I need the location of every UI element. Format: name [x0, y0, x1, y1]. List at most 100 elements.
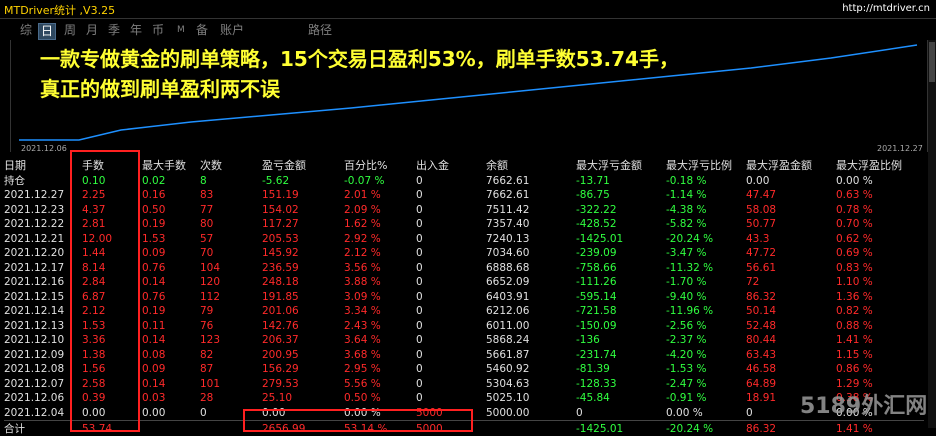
- cell-max-float-profit: 80.44: [746, 333, 836, 348]
- cell-balance: 7240.13: [486, 232, 576, 247]
- cell-percent: 1.62 %: [344, 217, 416, 232]
- cell-percent: 2.12 %: [344, 246, 416, 261]
- cell-max-float-profit-pct: 0.86 %: [836, 362, 924, 377]
- cell-date: 2021.12.06: [4, 391, 82, 406]
- tab-path[interactable]: 路径: [306, 23, 334, 38]
- cell-deposit: 0: [416, 362, 486, 377]
- table-row[interactable]: 2021.12.131.530.1176142.762.43 %06011.00…: [4, 319, 924, 334]
- header-trades[interactable]: 次数: [200, 157, 262, 173]
- tab-account[interactable]: 账户: [218, 23, 246, 38]
- tab-monthly[interactable]: 月: [84, 23, 100, 38]
- table-row[interactable]: 2021.12.142.120.1979201.063.34 %06212.06…: [4, 304, 924, 319]
- header-balance[interactable]: 余额: [486, 157, 576, 173]
- cell-max-float-loss-pct: -20.24 %: [666, 232, 746, 247]
- cell-date: 2021.12.04: [4, 406, 82, 421]
- header-percent[interactable]: 百分比%: [344, 157, 416, 173]
- cell-max-float-loss-pct: -11.32 %: [666, 261, 746, 276]
- total-cell-trades: [200, 421, 262, 436]
- cell-deposit: 0: [416, 348, 486, 363]
- cell-max-lots: 0.11: [142, 319, 200, 334]
- cell-deposit: 0: [416, 333, 486, 348]
- cell-lots: 12.00: [82, 232, 142, 247]
- cell-max-float-profit-pct: 0.70 %: [836, 217, 924, 232]
- table-row[interactable]: 2021.12.103.360.14123206.373.64 %05868.2…: [4, 333, 924, 348]
- cell-profit: 236.59: [262, 261, 344, 276]
- total-cell-max-float-loss-pct: -20.24 %: [666, 421, 746, 436]
- header-max-float-loss[interactable]: 最大浮亏金额: [576, 157, 666, 173]
- tab-notes[interactable]: 备: [194, 23, 210, 38]
- table-row[interactable]: 2021.12.178.140.76104236.593.56 %06888.6…: [4, 261, 924, 276]
- cell-max-float-profit: 56.61: [746, 261, 836, 276]
- tab-yearly[interactable]: 年: [128, 23, 144, 38]
- table-row[interactable]: 2021.12.156.870.76112191.853.09 %06403.9…: [4, 290, 924, 305]
- cell-deposit: 0: [416, 319, 486, 334]
- header-max-lots[interactable]: 最大手数: [142, 157, 200, 173]
- table-row[interactable]: 2021.12.162.840.14120248.183.88 %06652.0…: [4, 275, 924, 290]
- holding-row[interactable]: 持仓 0.10 0.02 8 -5.62 -0.07 % 0 7662.61 -…: [4, 173, 924, 188]
- total-row[interactable]: 合计53.742656.9953.14 %5000-1425.01-20.24 …: [4, 421, 924, 436]
- header-deposit[interactable]: 出入金: [416, 157, 486, 173]
- vertical-scrollbar[interactable]: [928, 40, 936, 428]
- website-url[interactable]: http://mtdriver.cn: [842, 3, 930, 14]
- cell-max-float-profit-pct: 1.15 %: [836, 348, 924, 363]
- tab-magic[interactable]: M: [175, 23, 187, 38]
- cell-lots: 1.44: [82, 246, 142, 261]
- cell-deposit: 0: [416, 304, 486, 319]
- cell-max-float-loss: -150.09: [576, 319, 666, 334]
- cell-balance: 5460.92: [486, 362, 576, 377]
- cell-trades: 70: [200, 246, 262, 261]
- table-row[interactable]: 2021.12.272.250.1683151.192.01 %07662.61…: [4, 188, 924, 203]
- cell-lots: 8.14: [82, 261, 142, 276]
- cell-lots: 2.84: [82, 275, 142, 290]
- cell-max-lots: 0.50: [142, 203, 200, 218]
- cell-deposit: 0: [416, 261, 486, 276]
- cell-profit: 0.00: [262, 406, 344, 421]
- table-row[interactable]: 2021.12.072.580.14101279.535.56 %05304.6…: [4, 377, 924, 392]
- cell-profit: 145.92: [262, 246, 344, 261]
- cell-balance: 5000.00: [486, 406, 576, 421]
- cell-max-float-profit-pct: 1.36 %: [836, 290, 924, 305]
- cell-profit: -5.62: [262, 173, 344, 188]
- cell-max-lots: 0.19: [142, 217, 200, 232]
- table-row[interactable]: 2021.12.060.390.032825.100.50 %05025.10-…: [4, 391, 924, 406]
- tab-quarterly[interactable]: 季: [106, 23, 122, 38]
- scrollbar-thumb[interactable]: [929, 42, 935, 82]
- cell-profit: 205.53: [262, 232, 344, 247]
- cell-lots: 0.39: [82, 391, 142, 406]
- cell-lots: 3.36: [82, 333, 142, 348]
- cell-max-float-profit-pct: 0.69 %: [836, 246, 924, 261]
- cell-max-float-loss-pct: -0.18 %: [666, 173, 746, 188]
- table-row[interactable]: 2021.12.201.440.0970145.922.12 %07034.60…: [4, 246, 924, 261]
- cell-trades: 79: [200, 304, 262, 319]
- cell-max-float-profit-pct: 1.10 %: [836, 275, 924, 290]
- table-row[interactable]: 2021.12.2112.001.5357205.532.92 %07240.1…: [4, 232, 924, 247]
- tab-overview[interactable]: 综: [18, 23, 34, 38]
- table-row[interactable]: 2021.12.081.560.0987156.292.95 %05460.92…: [4, 362, 924, 377]
- cell-max-float-loss-pct: -1.53 %: [666, 362, 746, 377]
- header-lots[interactable]: 手数: [82, 157, 142, 173]
- cell-percent: 3.64 %: [344, 333, 416, 348]
- cell-max-float-profit: 47.47: [746, 188, 836, 203]
- tab-daily[interactable]: 日: [38, 23, 56, 40]
- tab-currency[interactable]: 币: [150, 23, 166, 38]
- cell-lots: 1.53: [82, 319, 142, 334]
- promo-banner: 一款专做黄金的刷单策略，15个交易日盈利53%，刷单手数53.74手， 真正的做…: [40, 44, 800, 104]
- table-row[interactable]: 2021.12.040.000.0000.000.00 %50005000.00…: [4, 406, 924, 421]
- cell-percent: 2.43 %: [344, 319, 416, 334]
- tab-weekly[interactable]: 周: [62, 23, 78, 38]
- header-max-float-loss-pct[interactable]: 最大浮亏比例: [666, 157, 746, 173]
- cell-balance: 7034.60: [486, 246, 576, 261]
- title-bar: MTDriver统计 ,V3.25 http://mtdriver.cn: [0, 0, 936, 19]
- header-date[interactable]: 日期: [4, 157, 82, 173]
- header-profit[interactable]: 盈亏金额: [262, 157, 344, 173]
- table-row[interactable]: 2021.12.222.810.1980117.271.62 %07357.40…: [4, 217, 924, 232]
- header-max-float-profit[interactable]: 最大浮盈金额: [746, 157, 836, 173]
- header-max-float-profit-pct[interactable]: 最大浮盈比例: [836, 157, 924, 173]
- cell-max-float-loss: -721.58: [576, 304, 666, 319]
- table-row[interactable]: 2021.12.234.370.5077154.022.09 %07511.42…: [4, 203, 924, 218]
- cell-trades: 0: [200, 406, 262, 421]
- cell-max-float-loss-pct: -9.40 %: [666, 290, 746, 305]
- cell-trades: 112: [200, 290, 262, 305]
- cell-lots: 6.87: [82, 290, 142, 305]
- table-row[interactable]: 2021.12.091.380.0882200.953.68 %05661.87…: [4, 348, 924, 363]
